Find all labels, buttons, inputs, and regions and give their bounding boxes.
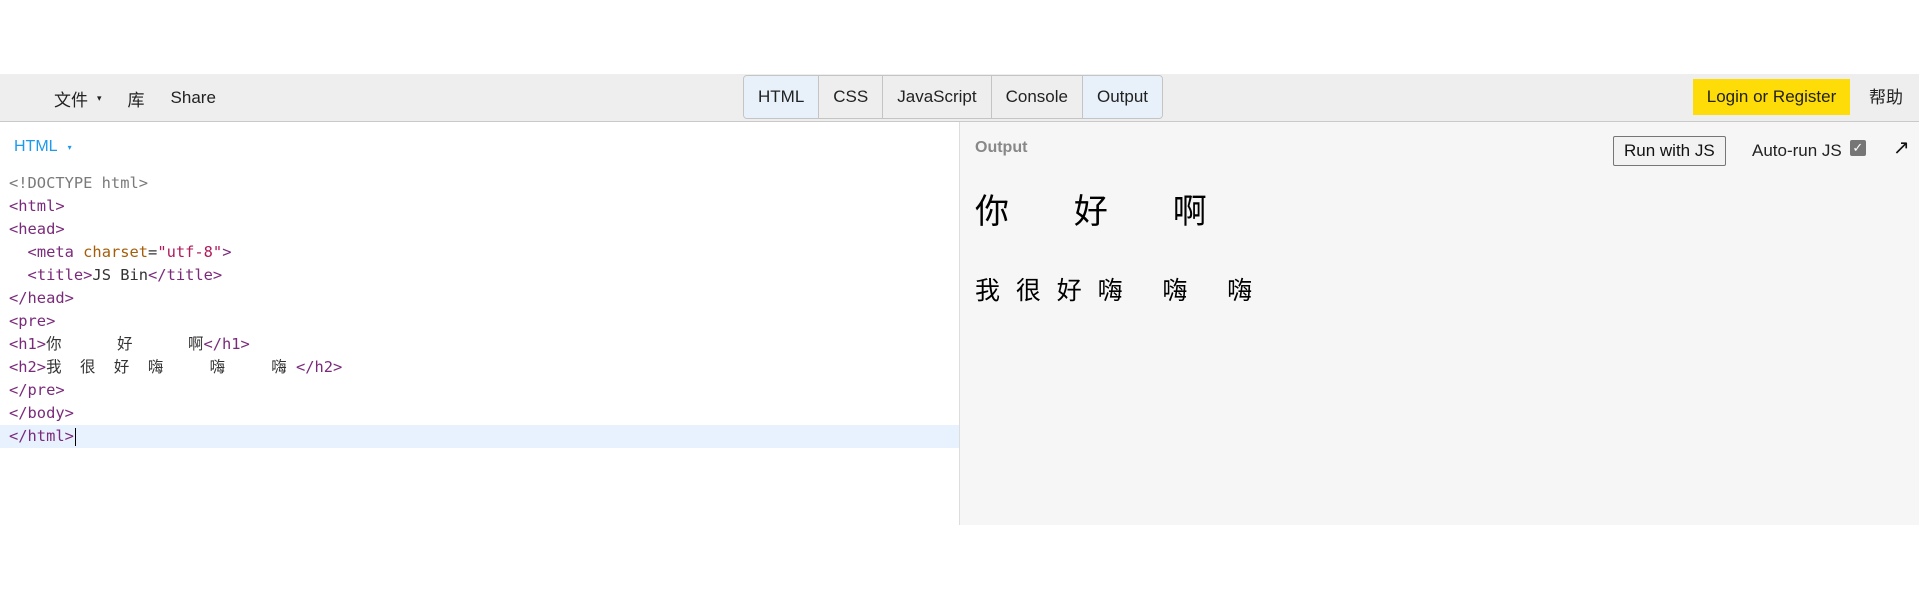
tab-javascript[interactable]: JavaScript bbox=[882, 76, 991, 118]
menu-library-label: 库 bbox=[127, 90, 145, 110]
output-heading-1: 你 好 啊 bbox=[975, 192, 1207, 232]
code-line: </body> bbox=[0, 402, 959, 425]
code-token: </body> bbox=[9, 404, 74, 422]
output-panel: Output Run with JS Auto-run JS ✓ ↗ 你 好 啊… bbox=[959, 122, 1919, 525]
rendered-output: 你 好 啊 我 很 好 嗨 嗨 嗨 bbox=[975, 192, 1260, 306]
toolbar: 文件 ▾ 库 Share HTML CSS JavaScript Console… bbox=[0, 74, 1919, 122]
code-line: <!DOCTYPE html> bbox=[0, 172, 959, 195]
code-line: </pre> bbox=[0, 379, 959, 402]
tab-console[interactable]: Console bbox=[990, 76, 1082, 118]
code-token: <pre> bbox=[9, 312, 56, 330]
panel-toggles: HTML CSS JavaScript Console Output bbox=[743, 75, 1164, 119]
page-bottom-spacer bbox=[0, 525, 1919, 599]
attr-value-token: "utf-8" bbox=[157, 243, 223, 261]
code-line: <h1>你 好 啊</h1> bbox=[9, 335, 250, 353]
code-token: <head> bbox=[9, 220, 65, 238]
tab-output[interactable]: Output bbox=[1082, 76, 1163, 118]
code-token: <html> bbox=[9, 197, 65, 215]
popout-icon[interactable]: ↗ bbox=[1893, 135, 1910, 160]
code-line: <head> bbox=[0, 218, 959, 241]
html-editor-panel[interactable]: HTML ▾ <!DOCTYPE html> <html> <head> <me… bbox=[0, 122, 959, 525]
output-panel-label: Output bbox=[975, 139, 1028, 156]
checkmark-icon: ✓ bbox=[1852, 140, 1864, 155]
text-cursor bbox=[74, 427, 76, 446]
autorun-label: Auto-run JS bbox=[1752, 141, 1842, 160]
code-line: <title>JS Bin</title> bbox=[27, 266, 223, 284]
code-token: </pre> bbox=[9, 381, 65, 399]
code-line: <pre> bbox=[0, 310, 959, 333]
h1-text-token: 你 好 啊 bbox=[46, 335, 204, 353]
attr-name-token: charset bbox=[83, 243, 149, 261]
tab-css[interactable]: CSS bbox=[818, 76, 883, 118]
code-token: </html> bbox=[9, 427, 74, 445]
autorun-toggle[interactable]: Auto-run JS ✓ bbox=[1752, 137, 1866, 165]
login-register-button[interactable]: Login or Register bbox=[1693, 79, 1850, 115]
menu-file-label: 文件 bbox=[54, 90, 88, 110]
code-line: <html> bbox=[0, 195, 959, 218]
run-with-js-button[interactable]: Run with JS bbox=[1613, 136, 1726, 166]
editor-language-dropdown[interactable]: HTML ▾ bbox=[14, 138, 72, 156]
code-token: </head> bbox=[9, 289, 74, 307]
menu-left: 文件 ▾ 库 Share bbox=[54, 74, 242, 122]
page-top-spacer bbox=[0, 0, 1919, 74]
doctype-token: <!DOCTYPE html> bbox=[9, 174, 148, 192]
tab-html[interactable]: HTML bbox=[744, 76, 819, 118]
menu-share[interactable]: Share bbox=[171, 88, 216, 108]
code-line: <meta charset="utf-8"> bbox=[27, 243, 232, 261]
h2-text-token: 我 很 好 嗨 嗨 嗨 bbox=[46, 358, 296, 376]
menu-library[interactable]: 库 bbox=[128, 86, 145, 111]
code-line: </head> bbox=[0, 287, 959, 310]
help-link[interactable]: 帮助 bbox=[1869, 74, 1903, 122]
chevron-down-icon: ▾ bbox=[67, 142, 72, 152]
code-line: <h2>我 很 好 嗨 嗨 嗨 </h2> bbox=[9, 358, 343, 376]
title-text-token: JS Bin bbox=[92, 266, 149, 284]
output-heading-2: 我 很 好 嗨 嗨 嗨 bbox=[975, 276, 1261, 305]
menu-file[interactable]: 文件 ▾ bbox=[54, 86, 102, 111]
autorun-checkbox[interactable]: ✓ bbox=[1849, 140, 1866, 156]
code-area[interactable]: <!DOCTYPE html> <html> <head> <meta char… bbox=[0, 172, 959, 448]
code-line-current: </html> bbox=[0, 425, 959, 448]
chevron-down-icon: ▾ bbox=[97, 92, 102, 103]
menu-share-label: Share bbox=[170, 88, 216, 107]
editor-language-label: HTML bbox=[14, 138, 58, 155]
